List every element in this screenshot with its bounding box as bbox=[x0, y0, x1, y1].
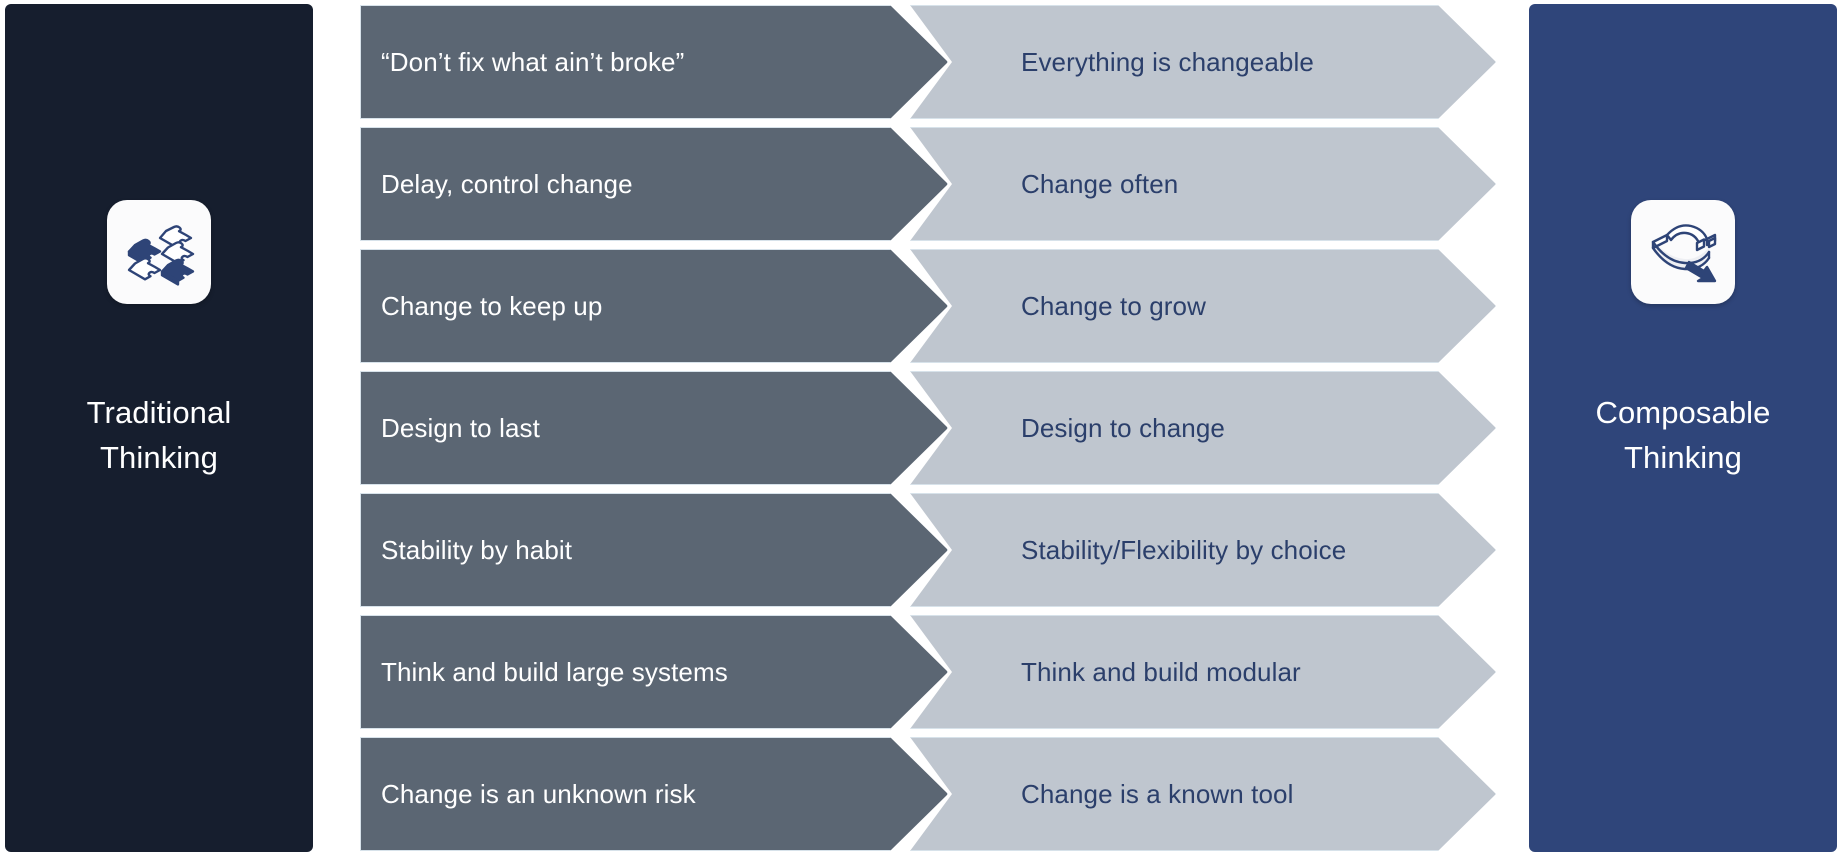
chevron-row: Think and build modular Think and build l… bbox=[0, 615, 1842, 729]
composable-chevron: Change to grow bbox=[910, 249, 1496, 363]
traditional-chevron-label: Think and build large systems bbox=[381, 657, 728, 687]
composable-chevron-label: Change is a known tool bbox=[1021, 779, 1294, 809]
traditional-chevron: Delay, control change bbox=[360, 127, 948, 241]
traditional-chevron-label: Stability by habit bbox=[381, 535, 573, 565]
traditional-chevron: Think and build large systems bbox=[360, 615, 948, 729]
composable-chevron: Change often bbox=[910, 127, 1496, 241]
chevron-row: Stability/Flexibility by choice Stability… bbox=[0, 493, 1842, 607]
composable-chevron: Everything is changeable bbox=[910, 5, 1496, 119]
chevron-row: Change is a known tool Change is an unkno… bbox=[0, 737, 1842, 851]
chevron-row-list: Everything is changeable “Don’t fix what … bbox=[0, 0, 1842, 858]
composable-chevron: Think and build modular bbox=[910, 615, 1496, 729]
chevron-row: Everything is changeable “Don’t fix what … bbox=[0, 5, 1842, 119]
chevron-row: Design to change Design to last bbox=[0, 371, 1842, 485]
composable-chevron-label: Think and build modular bbox=[1021, 657, 1301, 687]
traditional-chevron-label: Design to last bbox=[381, 413, 540, 443]
composable-chevron-label: Change often bbox=[1021, 169, 1179, 199]
traditional-chevron: Change to keep up bbox=[360, 249, 948, 363]
composable-chevron-label: Design to change bbox=[1021, 413, 1225, 443]
composable-chevron-label: Everything is changeable bbox=[1021, 47, 1314, 77]
traditional-chevron: Change is an unknown risk bbox=[360, 737, 948, 851]
comparison-diagram: Traditional Thinking Composable Thinking… bbox=[0, 0, 1842, 858]
composable-chevron: Design to change bbox=[910, 371, 1496, 485]
chevron-row: Change to grow Change to keep up bbox=[0, 249, 1842, 363]
traditional-chevron-label: Change is an unknown risk bbox=[381, 779, 696, 809]
composable-chevron-label: Stability/Flexibility by choice bbox=[1021, 535, 1347, 565]
composable-chevron: Stability/Flexibility by choice bbox=[910, 493, 1496, 607]
composable-chevron: Change is a known tool bbox=[910, 737, 1496, 851]
traditional-chevron-label: Delay, control change bbox=[381, 169, 633, 199]
traditional-chevron: “Don’t fix what ain’t broke” bbox=[360, 5, 948, 119]
traditional-chevron-label: “Don’t fix what ain’t broke” bbox=[381, 47, 685, 77]
traditional-chevron: Stability by habit bbox=[360, 493, 948, 607]
traditional-chevron-label: Change to keep up bbox=[381, 291, 603, 321]
chevron-row: Change often Delay, control change bbox=[0, 127, 1842, 241]
traditional-chevron: Design to last bbox=[360, 371, 948, 485]
composable-chevron-label: Change to grow bbox=[1021, 291, 1206, 321]
